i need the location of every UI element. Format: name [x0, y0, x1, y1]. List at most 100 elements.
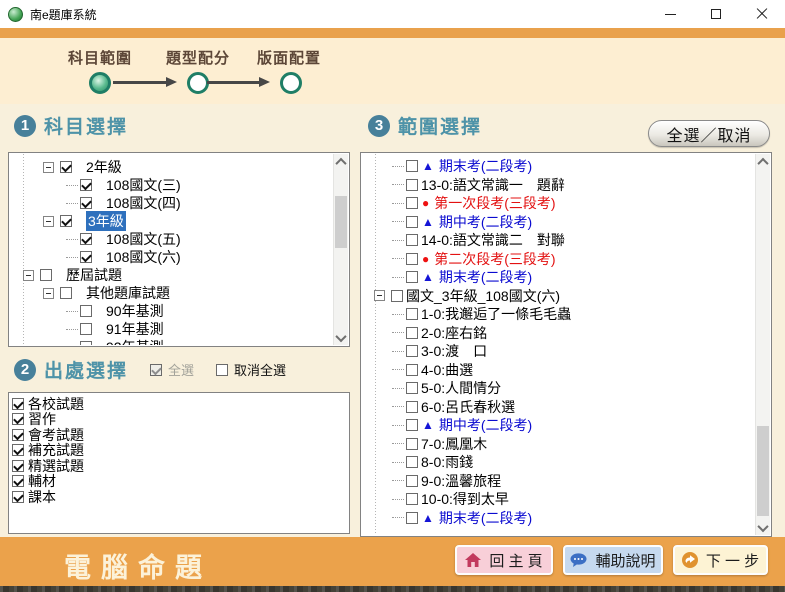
checkbox[interactable]	[406, 438, 418, 450]
checkbox[interactable]	[406, 419, 418, 431]
tree-item[interactable]: 10-0:得到太早	[362, 490, 754, 509]
checkbox[interactable]	[80, 341, 92, 345]
tree-item[interactable]: 108國文(三)	[10, 176, 332, 194]
scroll-down-button[interactable]	[756, 520, 770, 535]
subject-scrollbar[interactable]	[333, 154, 348, 345]
checkbox[interactable]	[12, 413, 24, 425]
checkbox[interactable]	[406, 493, 418, 505]
checkbox[interactable]	[12, 429, 24, 441]
checkbox[interactable]	[80, 323, 92, 335]
checkbox[interactable]	[406, 216, 418, 228]
checkbox[interactable]	[406, 253, 418, 265]
expander-icon[interactable]	[374, 290, 385, 301]
tree-item[interactable]: 108國文(五)	[10, 230, 332, 248]
scrollbar-thumb[interactable]	[335, 196, 347, 248]
next-button-label: 下 一 步	[706, 550, 759, 571]
expander-icon[interactable]	[43, 162, 54, 173]
expander-icon[interactable]	[23, 270, 34, 281]
tree-item[interactable]: 90年基測	[10, 302, 332, 320]
tree-item[interactable]: 4-0:曲選	[362, 361, 754, 380]
tree-item[interactable]: 5-0:人間情分	[362, 379, 754, 398]
checkbox[interactable]	[12, 398, 24, 410]
next-button[interactable]: 下 一 步	[673, 545, 768, 575]
checkbox[interactable]	[406, 197, 418, 209]
expander-icon[interactable]	[43, 216, 54, 227]
checkbox[interactable]	[60, 287, 72, 299]
checkbox[interactable]	[80, 251, 92, 263]
checkbox[interactable]	[80, 179, 92, 191]
select-all-checkbox[interactable]	[150, 364, 162, 376]
checkbox[interactable]	[12, 460, 24, 472]
tree-item[interactable]: ●第一次段考(三段考)	[362, 194, 754, 213]
tree-item[interactable]: 8-0:雨錢	[362, 453, 754, 472]
tree-item[interactable]: 2-0:座右銘	[362, 324, 754, 343]
tree-item[interactable]: 其他題庫試題	[10, 284, 332, 302]
tree-item[interactable]: 7-0:鳳凰木	[362, 435, 754, 454]
range-scrollbar[interactable]	[755, 154, 770, 535]
tree-item[interactable]: 歷屆試題	[10, 266, 332, 284]
help-button[interactable]: 輔助說明	[563, 545, 663, 575]
checkbox[interactable]	[406, 456, 418, 468]
checkbox[interactable]	[40, 269, 52, 281]
tree-item[interactable]: 6-0:呂氏春秋選	[362, 398, 754, 417]
checkbox[interactable]	[406, 327, 418, 339]
tree-item[interactable]: 108國文(四)	[10, 194, 332, 212]
home-button[interactable]: 回 主 頁	[455, 545, 553, 575]
checkbox[interactable]	[406, 160, 418, 172]
tree-item[interactable]: 3-0:渡 口	[362, 342, 754, 361]
tree-item[interactable]: 108國文(六)	[10, 248, 332, 266]
checkbox[interactable]	[406, 512, 418, 524]
checkbox[interactable]	[80, 305, 92, 317]
select-toggle-button[interactable]: 全選／取消	[648, 120, 770, 147]
checkbox[interactable]	[60, 215, 72, 227]
tree-item[interactable]: 1-0:我邂逅了一條毛毛蟲	[362, 305, 754, 324]
checkbox[interactable]	[406, 382, 418, 394]
tree-item[interactable]: 92年基測	[10, 338, 332, 345]
deselect-all-checkbox[interactable]	[216, 364, 228, 376]
tree-item[interactable]: ▲期中考(二段考)	[362, 416, 754, 435]
tree-item[interactable]: ●第二次段考(三段考)	[362, 250, 754, 269]
tree-item[interactable]: 3年級	[10, 212, 332, 230]
tree-connector	[392, 166, 404, 167]
checkbox[interactable]	[406, 401, 418, 413]
tree-item[interactable]: 13-0:語文常識一 題辭	[362, 176, 754, 195]
checkbox[interactable]	[80, 197, 92, 209]
checkbox[interactable]	[80, 233, 92, 245]
checkbox[interactable]	[406, 179, 418, 191]
checkbox[interactable]	[406, 234, 418, 246]
checkbox[interactable]	[406, 364, 418, 376]
scroll-up-button[interactable]	[756, 154, 770, 169]
tree-item[interactable]: ▲期末考(二段考)	[362, 268, 754, 287]
checkbox[interactable]	[406, 308, 418, 320]
tree-item[interactable]: 國文_3年級_108國文(六)	[362, 287, 754, 306]
checkbox[interactable]	[12, 491, 24, 503]
scroll-up-button[interactable]	[334, 154, 348, 169]
tree-item-label: 14-0:語文常識二 對聯	[421, 230, 565, 250]
checkbox[interactable]	[406, 271, 418, 283]
checkbox[interactable]	[60, 161, 72, 173]
triangle-marker-icon: ▲	[422, 418, 434, 432]
tree-item[interactable]: ▲期中考(二段考)	[362, 213, 754, 232]
source-item[interactable]: 課本	[12, 489, 348, 505]
checkbox[interactable]	[406, 345, 418, 357]
scroll-down-button[interactable]	[334, 330, 348, 345]
maximize-button[interactable]	[693, 0, 739, 28]
tree-connector	[66, 239, 78, 240]
source-item[interactable]: 輔材	[12, 474, 348, 490]
checkbox[interactable]	[12, 475, 24, 487]
tree-item[interactable]: 2年級	[10, 158, 332, 176]
scrollbar-thumb[interactable]	[757, 426, 769, 516]
expander-icon[interactable]	[43, 288, 54, 299]
tree-item[interactable]: 9-0:溫馨旅程	[362, 472, 754, 491]
tree-item[interactable]: ▲期末考(二段考)	[362, 509, 754, 528]
source-item[interactable]: 各校試題	[12, 396, 348, 412]
tree-item[interactable]: 14-0:語文常識二 對聯	[362, 231, 754, 250]
minimize-button[interactable]	[647, 0, 693, 28]
source-item[interactable]: 精選試題	[12, 458, 348, 474]
checkbox[interactable]	[406, 475, 418, 487]
tree-item[interactable]: ▲期末考(二段考)	[362, 157, 754, 176]
close-button[interactable]	[739, 0, 785, 28]
tree-item[interactable]: 91年基測	[10, 320, 332, 338]
checkbox[interactable]	[12, 444, 24, 456]
checkbox[interactable]	[391, 290, 403, 302]
